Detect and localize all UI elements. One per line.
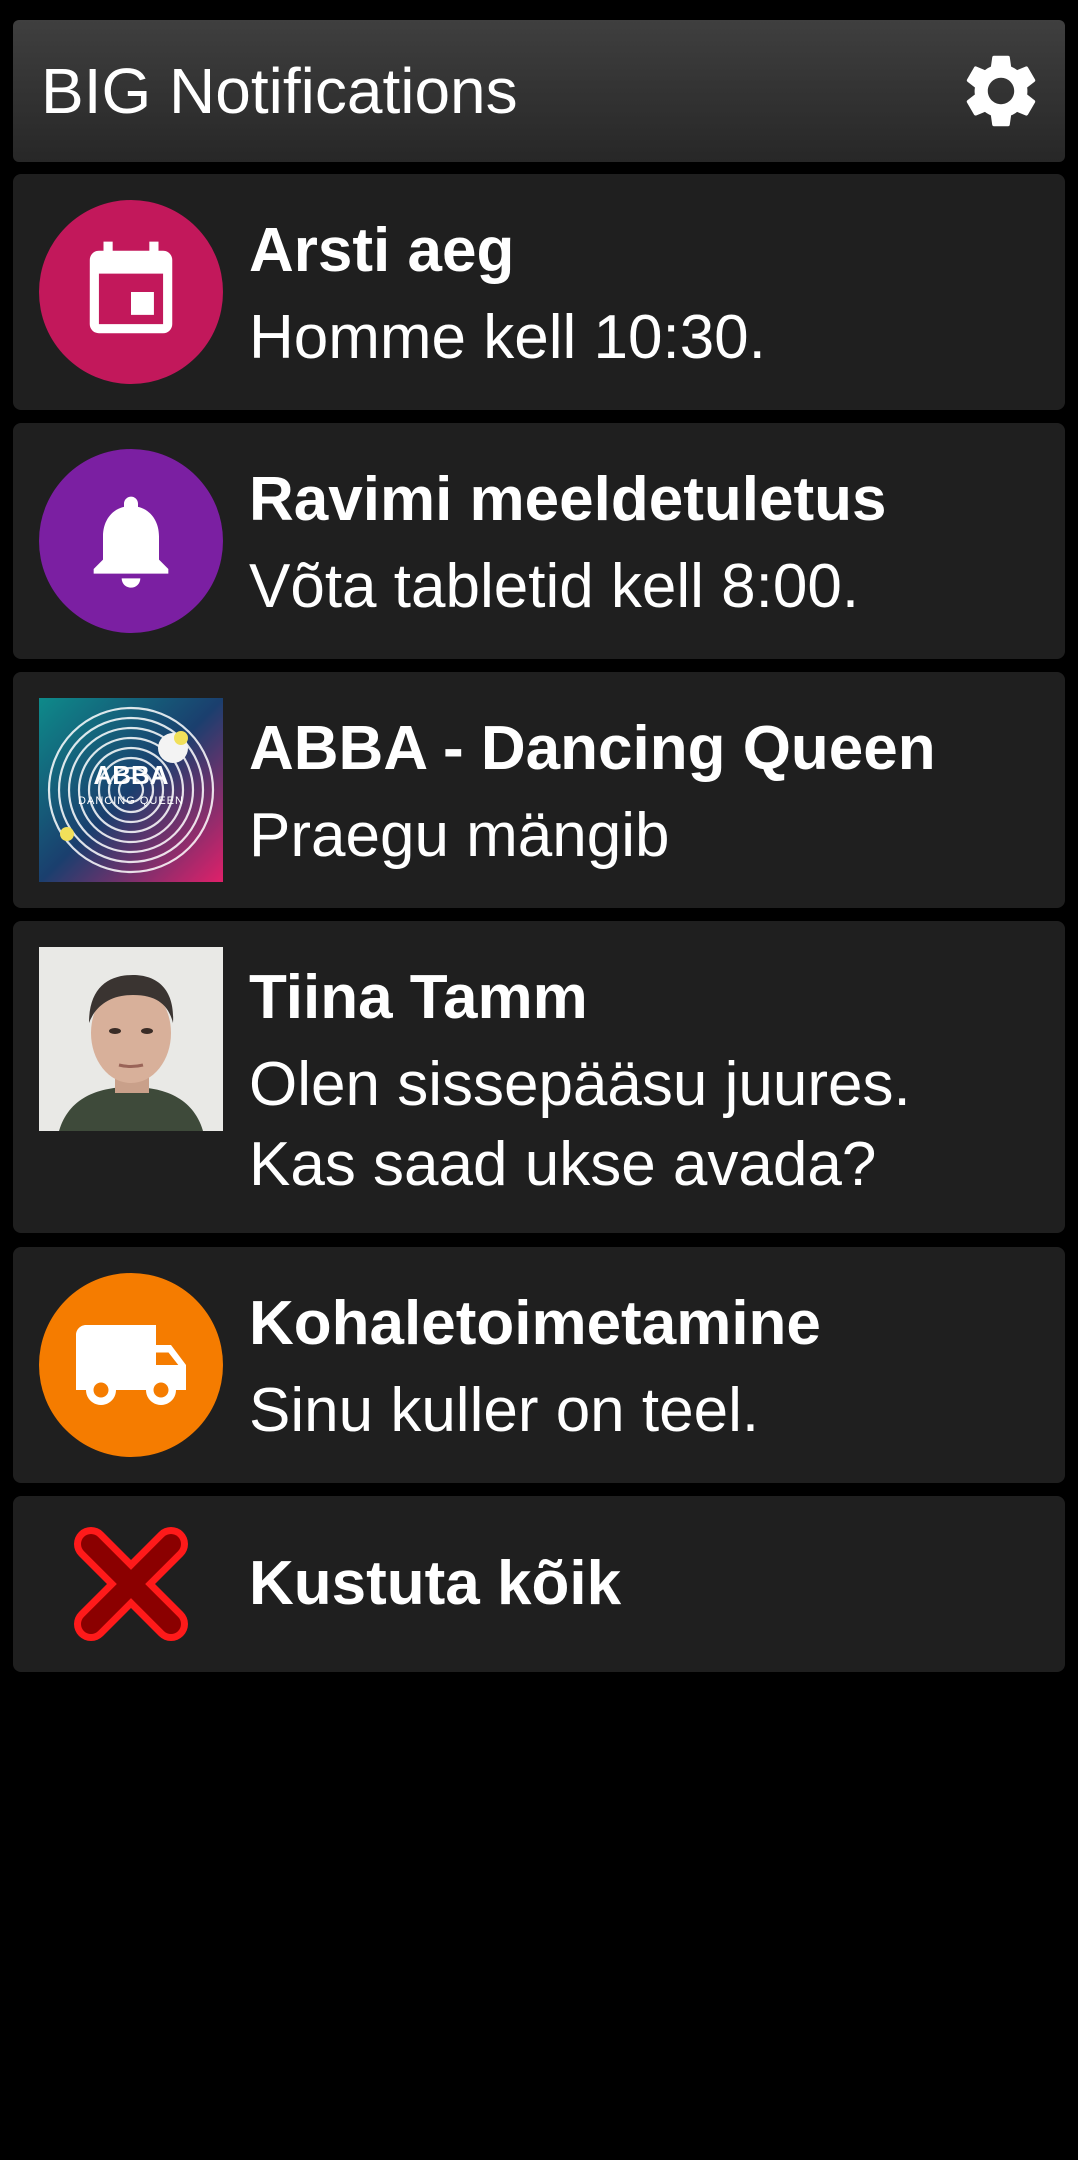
settings-button[interactable] [953,43,1049,139]
notification-icon [39,449,223,633]
notification-title: Kohaletoimetamine [249,1289,821,1358]
notification-title: Ravimi meeldetuletus [249,465,887,534]
notification-card-medication[interactable]: Ravimi meeldetuletus Võta tabletid kell … [13,423,1065,659]
album-art-title: ABBA [93,760,168,790]
notification-body-line: Sinu kuller on teel. [249,1376,760,1445]
notification-body: Võta tabletid kell 8:00. [249,547,1045,627]
calendar-icon [89,241,173,334]
clear-all-label: Kustuta kõik [249,1549,622,1618]
album-art: ABBA DANCING QUEEN [39,698,223,882]
notification-body: Sinu kuller on teel. [249,1371,1045,1451]
notification-body-line: Homme kell 10:30. [249,303,766,372]
gear-icon [966,55,1036,127]
bell-icon [93,496,169,588]
notification-body-line: Võta tabletid kell 8:00. [249,552,860,621]
album-art-image: ABBA DANCING QUEEN [39,698,223,882]
notification-card-appointment[interactable]: Arsti aeg Homme kell 10:30. [13,174,1065,410]
app-title: BIG Notifications [41,55,518,127]
notification-body-line: Praegu mängib [249,801,670,870]
notification-title: Arsti aeg [249,216,515,285]
clear-all-icon-wrap [39,1496,223,1672]
album-art-subtitle: DANCING QUEEN [78,795,184,807]
notification-icon [39,1273,223,1457]
truck-icon [76,1325,186,1405]
notification-body-line: Olen sissepääsu juures. [249,1050,911,1119]
close-icon [74,1527,188,1641]
notification-card-delivery[interactable]: Kohaletoimetamine Sinu kuller on teel. [13,1247,1065,1483]
contact-photo [39,947,223,1131]
clear-all-button[interactable]: Kustuta kõik [13,1496,1065,1672]
notification-title: ABBA - Dancing Queen [249,714,936,783]
notification-body: Olen sissepääsu juures. Kas saad ukse av… [249,1045,1045,1205]
app-header: BIG Notifications [13,20,1065,162]
notification-card-music[interactable]: ABBA DANCING QUEEN ABBA - Dancing Queen … [13,672,1065,908]
avatar [39,947,223,1131]
notification-icon [39,200,223,384]
notification-body: Homme kell 10:30. [249,298,1045,378]
notification-body-line: Kas saad ukse avada? [249,1130,877,1199]
notification-title: Tiina Tamm [249,963,588,1032]
notification-card-message[interactable]: Tiina Tamm Olen sissepääsu juures. Kas s… [13,921,1065,1233]
notification-body: Praegu mängib [249,796,1045,876]
